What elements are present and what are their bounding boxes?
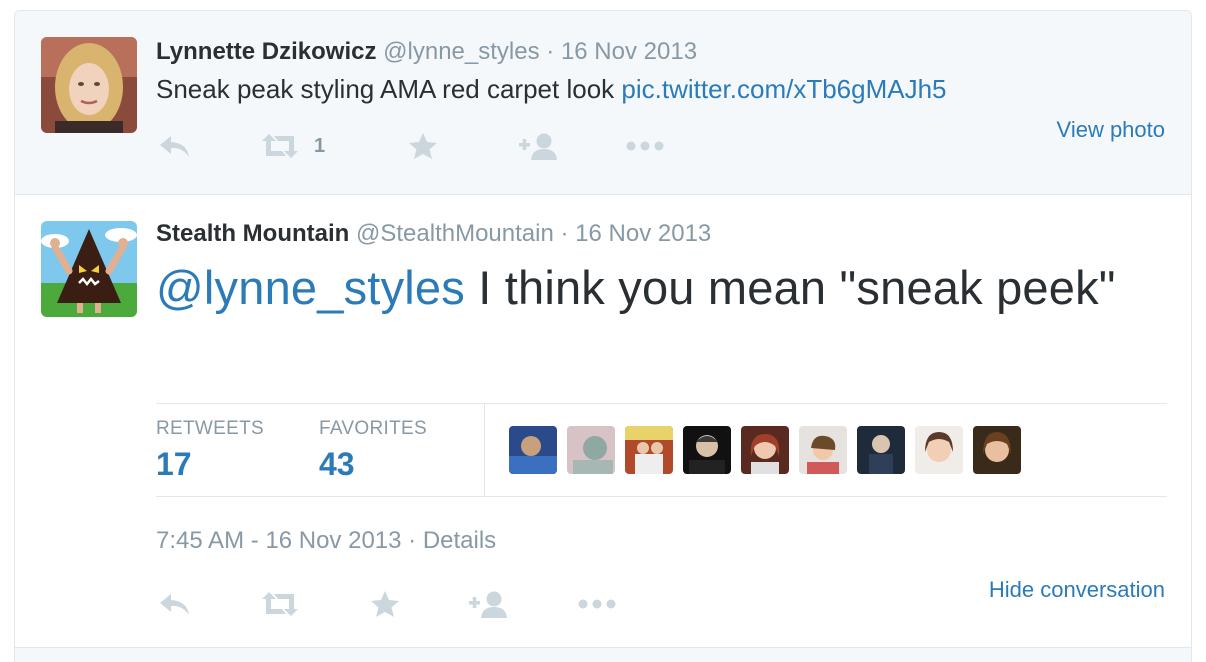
favoriter-avatar[interactable] [683, 426, 731, 474]
tweet-text: @lynne_styles I think you mean "sneak pe… [156, 257, 1156, 319]
conversation-card: Lynnette Dzikowicz @lynne_styles · 16 No… [14, 10, 1192, 662]
retweets-label: RETWEETS [156, 418, 264, 439]
tweet-text-body: I think you mean "sneak peek" [464, 261, 1116, 314]
retweets-value: 17 [156, 446, 192, 482]
timestamp-text: 7:45 AM - 16 Nov 2013 [156, 527, 402, 554]
hide-conversation-link[interactable]: Hide conversation [989, 577, 1165, 603]
author-fullname[interactable]: Stealth Mountain [156, 220, 349, 247]
favoriter-avatar[interactable] [509, 426, 557, 474]
timestamp-separator: · [401, 527, 423, 554]
favoriter-avatar[interactable] [741, 426, 789, 474]
tweet-stats: RETWEETS 17 FAVORITES 43 [156, 403, 1167, 497]
favoriter-avatar[interactable] [625, 426, 673, 474]
next-tweet-edge [15, 648, 1191, 662]
author-handle[interactable]: @StealthMountain [356, 220, 554, 247]
avatar-stealth-mountain[interactable] [41, 221, 137, 317]
favorite-icon [371, 591, 399, 617]
retweet-button[interactable] [260, 589, 300, 619]
favoriter-avatar[interactable] [799, 426, 847, 474]
favorite-button[interactable] [370, 589, 400, 619]
follow-button[interactable] [468, 589, 508, 619]
reply-icon [160, 594, 189, 615]
separator-dot: · [560, 220, 569, 247]
favorites-stat[interactable]: FAVORITES 43 [319, 418, 427, 483]
tweet-date[interactable]: 16 Nov 2013 [575, 220, 711, 247]
favorites-label: FAVORITES [319, 418, 427, 439]
mention-link[interactable]: @lynne_styles [156, 261, 465, 314]
stats-divider [484, 404, 485, 497]
tweet-header: Stealth Mountain @StealthMountain · 16 N… [156, 220, 711, 248]
follow-icon [469, 591, 507, 618]
details-link[interactable]: Details [423, 527, 496, 554]
retweets-stat[interactable]: RETWEETS 17 [156, 418, 264, 483]
retweet-icon [262, 592, 298, 616]
reply-button[interactable] [158, 589, 192, 619]
favoriters-list [509, 426, 1021, 474]
more-button[interactable] [578, 589, 616, 619]
favoriter-avatar[interactable] [567, 426, 615, 474]
favoriter-avatar[interactable] [857, 426, 905, 474]
favoriter-avatar[interactable] [973, 426, 1021, 474]
more-icon [578, 599, 616, 609]
tweet-stealth-mountain: Stealth Mountain @StealthMountain · 16 N… [15, 11, 1191, 662]
favoriter-avatar[interactable] [915, 426, 963, 474]
tweet-timestamp: 7:45 AM - 16 Nov 2013 · Details [156, 527, 496, 555]
favorites-value: 43 [319, 446, 355, 482]
